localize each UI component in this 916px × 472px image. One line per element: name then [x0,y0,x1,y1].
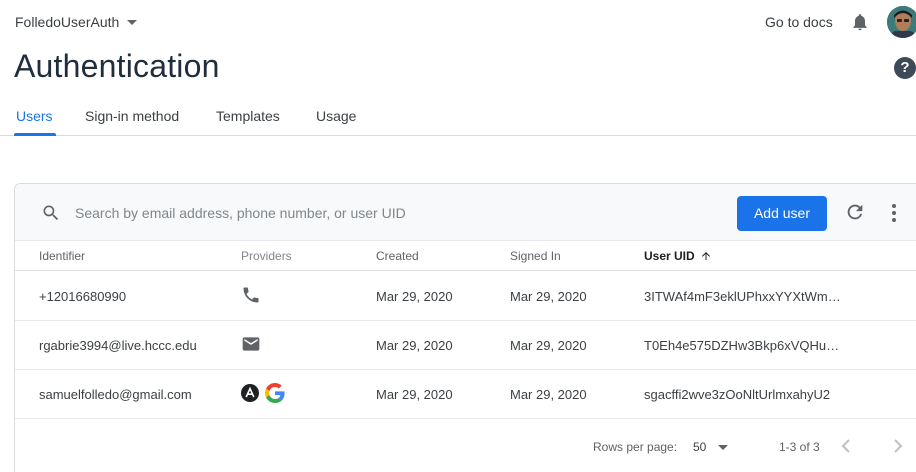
column-header-identifier[interactable]: Identifier [39,249,85,263]
identifier-cell: rgabrie3994@live.hccc.edu [39,338,197,353]
rows-per-page-label: Rows per page: [593,440,678,454]
go-to-docs-link[interactable]: Go to docs [765,14,833,30]
identifier-cell: +12016680990 [39,289,127,304]
more-vert-icon[interactable] [886,202,902,224]
chevron-down-icon [127,19,138,25]
user-uid-cell: T0Eh4e575DZHw3Bkp6xVQHub... [644,338,844,353]
pagination-bar: Rows per page: 50 1-3 of 3 [15,432,916,462]
column-header-signed-in[interactable]: Signed In [510,249,561,263]
identifier-cell: samuelfolledo@gmail.com [39,387,192,402]
page-title: Authentication [14,48,220,84]
column-header-providers: Providers [241,249,292,263]
tab-users[interactable]: Users [16,108,53,124]
created-cell: Mar 29, 2020 [376,387,453,402]
users-table-card: Add user Identifier Providers Created Si… [14,183,916,472]
tab-usage[interactable]: Usage [316,108,356,124]
email-icon [242,337,260,351]
search-input[interactable] [75,201,635,225]
chevron-right-icon[interactable] [891,437,905,455]
providers-cell [241,334,261,354]
page-range-text: 1-3 of 3 [779,440,820,454]
search-icon [43,205,59,221]
signed-in-cell: Mar 29, 2020 [510,289,587,304]
providers-cell [241,383,285,403]
signed-in-cell: Mar 29, 2020 [510,387,587,402]
tab-sign-in-method[interactable]: Sign-in method [85,108,179,124]
table-row[interactable]: +12016680990 Mar 29, 2020 Mar 29, 2020 3… [15,272,916,321]
user-avatar[interactable] [887,6,916,38]
column-header-user-uid[interactable]: User UID [644,249,712,263]
phone-icon [243,287,259,303]
rows-per-page-select[interactable]: 50 [693,440,706,454]
table-row[interactable]: samuelfolledo@gmail.com Mar 29, 2020 Mar… [15,370,916,419]
user-uid-cell: 3ITWAf4mF3eklUPhxxYYXtWm9... [644,289,844,304]
add-user-button[interactable]: Add user [737,196,827,231]
user-uid-cell: sgacffi2wve3zOoNltUrlmxahyU2 [644,387,831,402]
table-row[interactable]: rgabrie3994@live.hccc.edu Mar 29, 2020 M… [15,321,916,370]
created-cell: Mar 29, 2020 [376,289,453,304]
signed-in-cell: Mar 29, 2020 [510,338,587,353]
project-selector[interactable]: FolledoUserAuth [15,14,138,30]
top-bar: FolledoUserAuth Go to docs [0,0,916,44]
column-header-user-uid-label: User UID [644,249,695,263]
tab-bar: Users Sign-in method Templates Usage [0,100,916,136]
column-header-created[interactable]: Created [376,249,419,263]
help-icon[interactable]: ? [894,57,916,79]
chevron-down-icon[interactable] [718,445,728,450]
table-header: Identifier Providers Created Signed In U… [15,241,916,271]
chevron-left-icon[interactable] [839,437,853,455]
apple-a-icon [241,384,259,402]
google-g-icon [265,383,285,403]
arrow-up-icon [701,252,710,260]
notifications-bell-icon[interactable] [850,12,870,32]
project-name: FolledoUserAuth [15,14,120,30]
tab-templates[interactable]: Templates [216,108,280,124]
active-tab-indicator [14,133,56,136]
search-toolbar: Add user [15,184,916,241]
providers-cell [241,285,261,305]
refresh-icon[interactable] [844,201,866,223]
created-cell: Mar 29, 2020 [376,338,453,353]
